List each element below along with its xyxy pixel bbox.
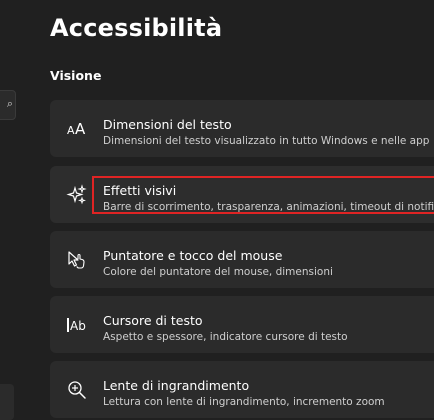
setting-description: Colore del puntatore del mouse, dimensio… xyxy=(103,266,333,278)
setting-description: Dimensioni del testo visualizzato in tut… xyxy=(103,135,430,147)
setting-title: Lente di ingrandimento xyxy=(103,378,250,393)
setting-description: Barre di scorrimento, trasparenza, anima… xyxy=(103,201,434,213)
svg-text:A: A xyxy=(67,124,75,137)
setting-item-visual-effects[interactable]: Effetti visivi Barre di scorrimento, tra… xyxy=(50,166,434,223)
section-label-vision: Visione xyxy=(50,68,102,83)
setting-item-magnifier[interactable]: Lente di ingrandimento Lettura con lente… xyxy=(50,361,434,418)
sidebar-bottom-edge xyxy=(0,384,14,420)
setting-description: Lettura con lente di ingrandimento, incr… xyxy=(103,396,385,408)
svg-text:A: A xyxy=(75,120,86,138)
setting-title: Puntatore e tocco del mouse xyxy=(103,248,283,263)
setting-description: Aspetto e spessore, indicatore cursore d… xyxy=(103,331,348,343)
setting-title: Cursore di testo xyxy=(103,313,203,328)
setting-title: Dimensioni del testo xyxy=(103,117,232,132)
sparkle-icon xyxy=(66,184,88,206)
setting-item-text-size[interactable]: A A Dimensioni del testo Dimensioni del … xyxy=(50,100,434,157)
search-icon: ⌕ xyxy=(6,97,13,110)
setting-item-mouse-pointer[interactable]: Puntatore e tocco del mouse Colore del p… xyxy=(50,231,434,288)
mouse-pointer-icon xyxy=(66,249,88,271)
setting-item-text-cursor[interactable]: Ab Cursore di testo Aspetto e spessore, … xyxy=(50,296,434,353)
text-size-icon: A A xyxy=(66,118,88,140)
text-cursor-icon: Ab xyxy=(66,314,88,336)
svg-text:Ab: Ab xyxy=(70,319,86,333)
magnifier-icon xyxy=(66,379,88,401)
sidebar-search-box-edge[interactable]: ⌕ xyxy=(0,90,16,120)
page-title: Accessibilità xyxy=(50,14,223,42)
setting-title: Effetti visivi xyxy=(103,183,177,198)
